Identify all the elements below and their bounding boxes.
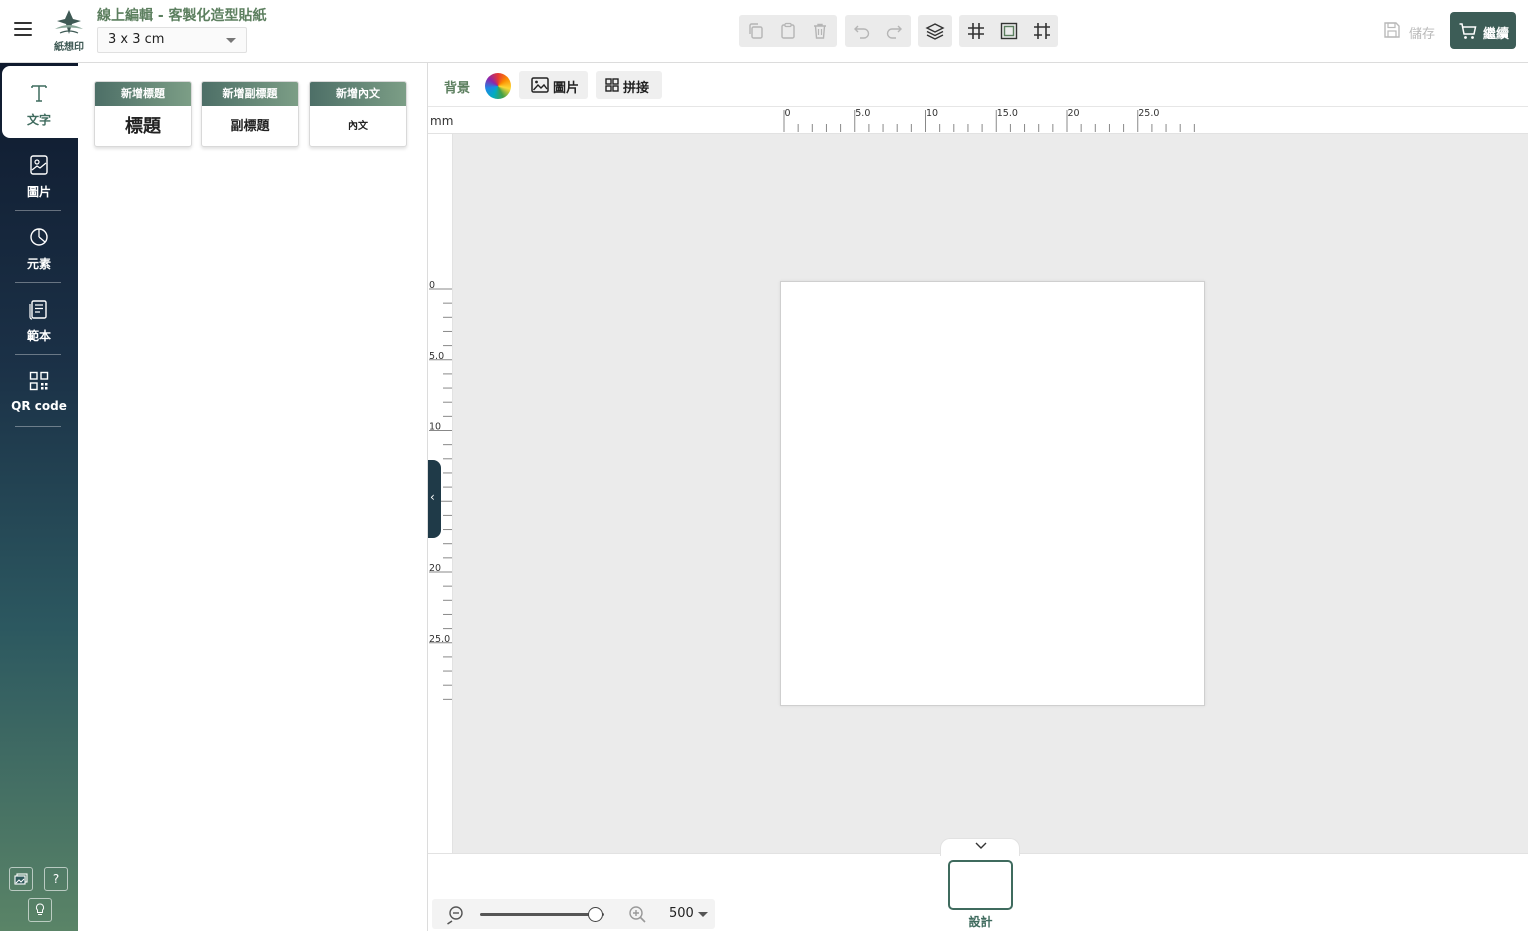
collapse-panel-button[interactable]: ‹ (428, 460, 441, 538)
redo-icon[interactable] (882, 19, 906, 43)
card-header: 新增內文 (310, 82, 406, 106)
add-subtitle-card[interactable]: 新增副標題 副標題 (201, 81, 299, 147)
sidebar-item-label: 元素 (26, 257, 51, 271)
card-sample: 副標題 (230, 119, 270, 134)
help-button[interactable]: ? (44, 867, 68, 891)
copy-icon[interactable] (744, 19, 768, 43)
grid-icon[interactable] (964, 19, 988, 43)
sidebar-item-text[interactable]: 文字 (2, 66, 78, 138)
shapes-icon (30, 228, 48, 246)
crop-marks-icon[interactable] (1030, 19, 1054, 43)
sidebar: 文字 圖片 元素 範本 QR code ? (0, 63, 78, 931)
logo-text: 紙想印 (54, 42, 84, 53)
chevron-down-icon[interactable] (698, 912, 708, 917)
background-bar: 背景 圖片 拼接 (428, 63, 1528, 107)
ruler-label: 10 (926, 108, 938, 119)
card-header: 新增副標題 (202, 82, 298, 106)
sidebar-item-image[interactable]: 圖片 (0, 138, 78, 210)
template-icon (29, 300, 47, 320)
trash-icon[interactable] (808, 19, 832, 43)
layers-toolbar-group (918, 15, 952, 47)
sidebar-item-label: 文字 (26, 113, 51, 127)
layers-icon[interactable] (923, 19, 947, 43)
sidebar-item-qr-code[interactable]: QR code (0, 354, 78, 426)
image-icon (30, 155, 48, 175)
background-image-label: 圖片 (553, 81, 580, 96)
ruler-label: 5.0 (855, 108, 870, 119)
edit-toolbar-group (739, 15, 837, 47)
guides-toolbar-group (959, 15, 1058, 47)
undo-icon[interactable] (850, 19, 874, 43)
ruler-label: 25.0 (1138, 108, 1159, 119)
bleed-frame-icon[interactable] (997, 19, 1021, 43)
ruler-label: 10 (429, 422, 441, 433)
card-sample: 內文 (348, 121, 368, 132)
color-wheel-icon[interactable] (485, 73, 511, 99)
chevron-down-icon (226, 38, 236, 43)
hamburger-menu-icon[interactable] (14, 20, 33, 38)
qr-code-icon (29, 371, 49, 391)
sidebar-item-label: 範本 (26, 329, 51, 343)
continue-button[interactable]: 繼續 (1450, 12, 1516, 49)
sidebar-item-label: 圖片 (26, 185, 51, 199)
chevron-down-icon (975, 842, 987, 849)
logo-mark-icon (55, 10, 83, 34)
history-toolbar-group (845, 15, 911, 47)
cart-icon (1459, 23, 1477, 39)
page-label: 設計 (968, 915, 993, 929)
zoom-slider-track[interactable] (480, 913, 604, 916)
ruler-label: 15.0 (997, 108, 1018, 119)
floppy-disk-icon (1384, 22, 1400, 38)
image-icon (531, 77, 549, 93)
zoom-value[interactable]: 500 (669, 906, 694, 921)
ruler-horizontal-ticks: 0 5.0 10 15.0 20 25.0 (783, 108, 1195, 132)
sidebar-item-label: QR code (11, 399, 67, 413)
ruler-label: 0 (429, 280, 435, 291)
size-select[interactable]: 3 x 3 cm (97, 27, 247, 53)
save-button[interactable]: 儲存 (1376, 17, 1442, 45)
lightbulb-icon[interactable] (28, 898, 52, 922)
save-label: 儲存 (1409, 27, 1436, 42)
page-title: 線上編輯 - 客製化造型貼紙 (97, 8, 267, 24)
zoom-out-icon[interactable] (445, 905, 465, 925)
sidebar-item-elements[interactable]: 元素 (0, 210, 78, 282)
tile-grid-icon (605, 78, 619, 92)
card-sample: 標題 (125, 116, 161, 137)
zoom-control: 500 (432, 899, 715, 929)
page-strip-toggle[interactable] (940, 838, 1020, 856)
text-icon (31, 85, 47, 102)
background-image-button[interactable]: 圖片 (519, 71, 588, 99)
continue-label: 繼續 (1483, 27, 1510, 42)
ruler-label: 25.0 (429, 634, 450, 645)
zoom-in-icon[interactable] (627, 905, 647, 925)
chevron-left-icon: ‹ (430, 490, 435, 504)
page-thumbnail[interactable] (948, 860, 1013, 910)
brand-logo: 紙想印 (48, 7, 90, 53)
ruler-horizontal: mm 0 5.0 10 15.0 20 25.0 (428, 107, 1528, 134)
card-header: 新增標題 (95, 82, 191, 106)
text-panel: 新增標題 標題 新增副標題 副標題 新增內文 內文 (78, 63, 428, 931)
design-artboard[interactable] (780, 281, 1205, 706)
sidebar-divider (15, 426, 61, 427)
ruler-label: 20 (429, 563, 441, 574)
paste-icon[interactable] (776, 19, 800, 43)
ruler-label: 5.0 (429, 351, 444, 362)
tile-label: 拼接 (623, 81, 650, 96)
sidebar-item-templates[interactable]: 範本 (0, 282, 78, 354)
gallery-icon[interactable] (9, 867, 33, 891)
tile-button[interactable]: 拼接 (596, 71, 662, 99)
add-body-text-card[interactable]: 新增內文 內文 (309, 81, 407, 147)
ruler-label: 20 (1068, 108, 1080, 119)
ruler-label: 0 (785, 108, 791, 119)
zoom-slider-thumb[interactable] (587, 907, 603, 922)
top-header: 紙想印 線上編輯 - 客製化造型貼紙 3 x 3 cm 儲存 繼續 (0, 0, 1528, 63)
add-title-card[interactable]: 新增標題 標題 (94, 81, 192, 147)
background-label: 背景 (444, 81, 471, 96)
size-select-value: 3 x 3 cm (108, 32, 165, 47)
